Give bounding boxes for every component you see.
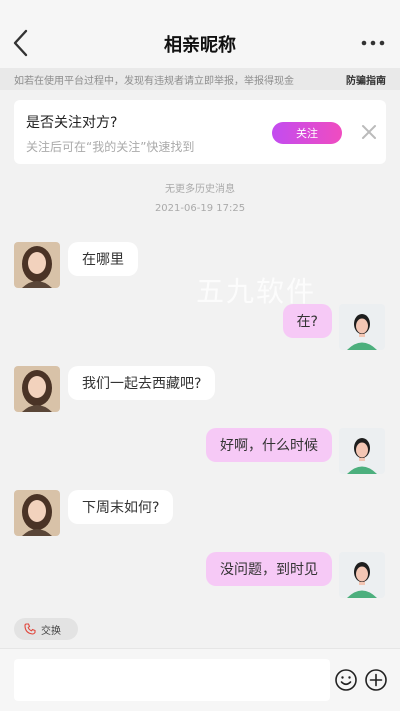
follow-prompt-card: 是否关注对方? 关注后可在“我的关注”快速找到 关注 (14, 100, 386, 164)
top-bar: 相亲昵称 (0, 0, 400, 68)
anti-fraud-guide-link[interactable]: 防骗指南 (346, 72, 386, 87)
chat-timestamp: 2021-06-19 17:25 (154, 203, 246, 214)
warning-bar: 如若在使用平台过程中，发现有违规者请立即举报，举报得现金 防骗指南 (0, 68, 400, 90)
message-input[interactable] (14, 659, 330, 701)
phone-icon (24, 623, 36, 635)
message-bubble-received: 我们一起去西藏吧? (68, 366, 216, 400)
message-bubble-sent: 没问题，到时见 (206, 552, 332, 586)
contact-avatar[interactable] (14, 242, 60, 288)
smile-icon[interactable] (334, 668, 358, 692)
swap-label: 交换 (41, 625, 61, 637)
my-avatar[interactable] (339, 428, 385, 474)
follow-hint: 关注后可在“我的关注”快速找到 (26, 140, 195, 154)
no-more-history: 无更多历史消息 (165, 184, 235, 195)
message-bubble-sent: 好啊，什么时候 (206, 428, 332, 462)
more-horizontal-icon[interactable] (360, 36, 386, 50)
follow-button[interactable]: 关注 (272, 122, 342, 144)
message-bubble-received: 在哪里 (68, 242, 138, 276)
close-icon[interactable] (360, 123, 378, 141)
message-bubble-received: 下周末如何? (68, 490, 174, 524)
follow-question: 是否关注对方? (26, 115, 118, 131)
contact-avatar[interactable] (14, 366, 60, 412)
swap-contact-button[interactable]: 交换 (14, 618, 78, 640)
input-bar (0, 648, 400, 711)
warning-text: 如若在使用平台过程中，发现有违规者请立即举报，举报得现金 (14, 75, 294, 87)
message-bubble-sent: 在? (282, 304, 332, 338)
plus-circle-icon[interactable] (364, 668, 388, 692)
my-avatar[interactable] (339, 304, 385, 350)
page-title: 相亲昵称 (164, 35, 236, 56)
my-avatar[interactable] (339, 552, 385, 598)
contact-avatar[interactable] (14, 490, 60, 536)
